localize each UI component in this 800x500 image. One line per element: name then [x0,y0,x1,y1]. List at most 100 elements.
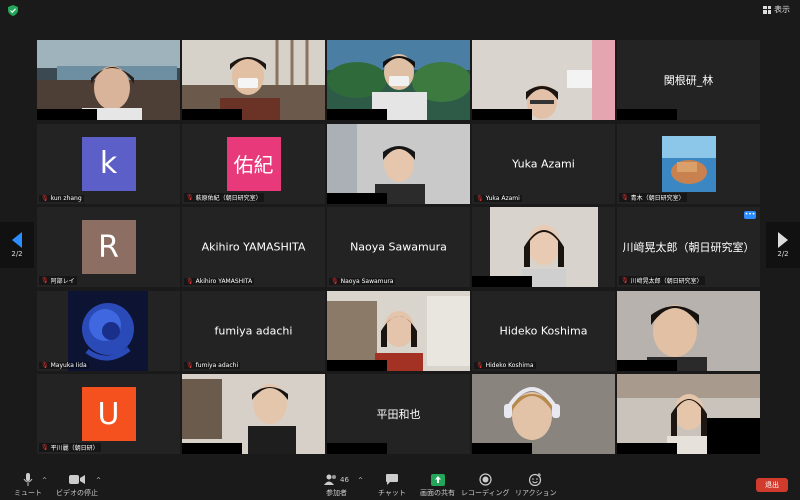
participant-display-name: Yuka Azami [512,157,575,170]
participant-display-name: Akihiro YAMASHITA [201,240,306,254]
name-label-box [327,443,387,454]
participant-tile-22[interactable] [182,374,325,454]
video-feed [37,40,180,120]
participant-name-label: 🎙 平川麗（朝日研） [39,443,101,452]
name-label-box [182,109,242,120]
participant-name-label: 🎙 Naoya Sawamura [329,278,396,285]
reaction-button[interactable]: リアクション [515,473,557,498]
meeting-toolbar: ミュート ^ ビデオの停止 ^ 46 参加者 ^ チャット 画面の共有 レコーデ… [0,468,800,500]
participant-tile-20[interactable] [617,290,760,371]
mic-muted-icon: 🎙 [621,193,629,201]
participant-tile-12[interactable]: Akihiro YAMASHITA 🎙 Akihiro YAMASHITA [182,207,325,287]
participant-tile-8[interactable] [327,123,470,204]
participant-name: 平川麗（朝日研） [50,445,99,452]
mic-muted-icon: 🎙 [186,361,194,369]
more-options-icon[interactable]: ••• [744,211,756,219]
name-label-box [617,359,677,371]
name-label-box [327,192,387,204]
participant-tile-21[interactable]: U 🎙 平川麗（朝日研） [37,374,180,454]
participant-display-name: 川﨑晃太郎（朝日研究室） [622,241,755,254]
participant-name-label: 🎙 Mayuka Iida [39,361,89,369]
participant-tile-6[interactable]: k 🎙 kun zhang [37,123,180,204]
participant-tile-14[interactable] [472,207,615,287]
participant-name: 川﨑晃太郎（朝日研究室） [630,278,703,285]
arrow-right-icon [778,232,788,248]
video-feed [327,123,470,204]
participant-display-name: Naoya Sawamura [350,240,447,254]
participant-tile-24[interactable] [472,374,615,454]
participant-tile-1[interactable] [37,40,180,120]
participant-name-label: 🎙 青木（朝日研究室） [619,192,687,202]
video-options-caret-icon[interactable]: ^ [96,477,101,484]
name-label-box [182,443,242,454]
participant-tile-18[interactable] [327,290,470,371]
leave-meeting-button[interactable]: 退出 [756,478,788,492]
microphone-icon [23,473,33,486]
participant-name-label: 🎙 fumiya adachi [184,361,241,369]
participant-tile-13[interactable]: Naoya Sawamura 🎙 Naoya Sawamura [327,207,470,287]
next-page-button[interactable]: 2/2 [766,222,800,268]
participant-tile-7[interactable]: 佑紀 🎙 萩原佑紀（朝日研究室） [182,123,325,204]
share-screen-button[interactable]: 画面の共有 [420,473,455,498]
participant-name-label: 🎙 Hideko Koshima [474,361,536,369]
view-button[interactable]: 表示 [763,4,790,15]
participant-tile-15[interactable]: ••• 川﨑晃太郎（朝日研究室） 🎙 川﨑晃太郎（朝日研究室） [617,207,760,287]
participant-name: Hideko Koshima [485,361,534,369]
video-feed [182,374,325,454]
mic-muted-icon: 🎙 [186,278,194,285]
participant-tile-16[interactable]: 🎙 Mayuka Iida [37,290,180,371]
participant-tile-19[interactable]: Hideko Koshima 🎙 Hideko Koshima [472,290,615,371]
participant-tile-9[interactable]: Yuka Azami 🎙 Yuka Azami [472,123,615,204]
top-bar: 表示 [0,0,800,22]
participants-button[interactable]: 46 参加者 [324,473,349,498]
mic-muted-icon: 🎙 [331,278,339,285]
participant-name-label: 🎙 萩原佑紀（朝日研究室） [184,192,264,202]
participant-tile-11[interactable]: R 🎙 阿部レイ [37,207,180,287]
participant-tile-23[interactable]: 平田和也 [327,374,470,454]
participants-count: 46 [340,475,349,484]
avatar: k [81,136,136,191]
participant-name: Akihiro YAMASHITA [195,278,253,285]
participant-tile-4[interactable] [472,40,615,120]
video-feed [327,40,470,120]
participant-tile-25[interactable] [617,374,760,454]
profile-image [662,135,716,192]
participant-display-name: 平田和也 [376,408,421,421]
participant-tile-10[interactable]: 🎙 青木（朝日研究室） [617,123,760,204]
previous-page-button[interactable]: 2/2 [0,222,34,268]
mute-options-caret-icon[interactable]: ^ [42,477,47,484]
participant-name: kun zhang [50,194,82,202]
participant-tile-5[interactable]: 関根研_林 [617,40,760,120]
participant-tile-3[interactable] [327,40,470,120]
name-label-box [327,359,387,371]
participant-name: Yuka Azami [485,194,520,202]
avatar: 佑紀 [226,136,281,191]
mic-muted-icon: 🎙 [186,193,194,201]
mic-muted-icon: 🎙 [476,194,484,202]
participant-name: 萩原佑紀（朝日研究室） [195,194,262,202]
participants-icon: 46 [324,473,349,486]
stop-video-button[interactable]: ビデオの停止 [56,473,98,498]
participant-display-name: fumiya adachi [214,324,293,337]
mic-muted-icon: 🎙 [476,361,484,369]
participant-tile-17[interactable]: fumiya adachi 🎙 fumiya adachi [182,290,325,371]
grid-view-icon [763,5,771,14]
video-feed [490,207,598,287]
video-feed [182,40,325,120]
mic-muted-icon: 🎙 [41,361,49,369]
record-button[interactable]: レコーディング [461,473,510,498]
mic-muted-icon: 🎙 [41,444,49,451]
participant-name-label: 🎙 川﨑晃太郎（朝日研究室） [619,276,705,285]
chat-button[interactable]: チャット [378,473,406,498]
reaction-label: リアクション [515,489,557,497]
participant-name-label: 🎙 阿部レイ [39,276,77,285]
view-label: 表示 [774,5,790,14]
encryption-shield-icon[interactable] [8,5,18,16]
share-screen-icon [430,473,445,486]
avatar: R [81,220,136,274]
mic-muted-icon: 🎙 [41,194,49,202]
participants-options-caret-icon[interactable]: ^ [358,477,363,484]
mute-button[interactable]: ミュート [14,473,42,498]
participant-tile-2[interactable] [182,40,325,120]
name-label-box [472,443,532,454]
